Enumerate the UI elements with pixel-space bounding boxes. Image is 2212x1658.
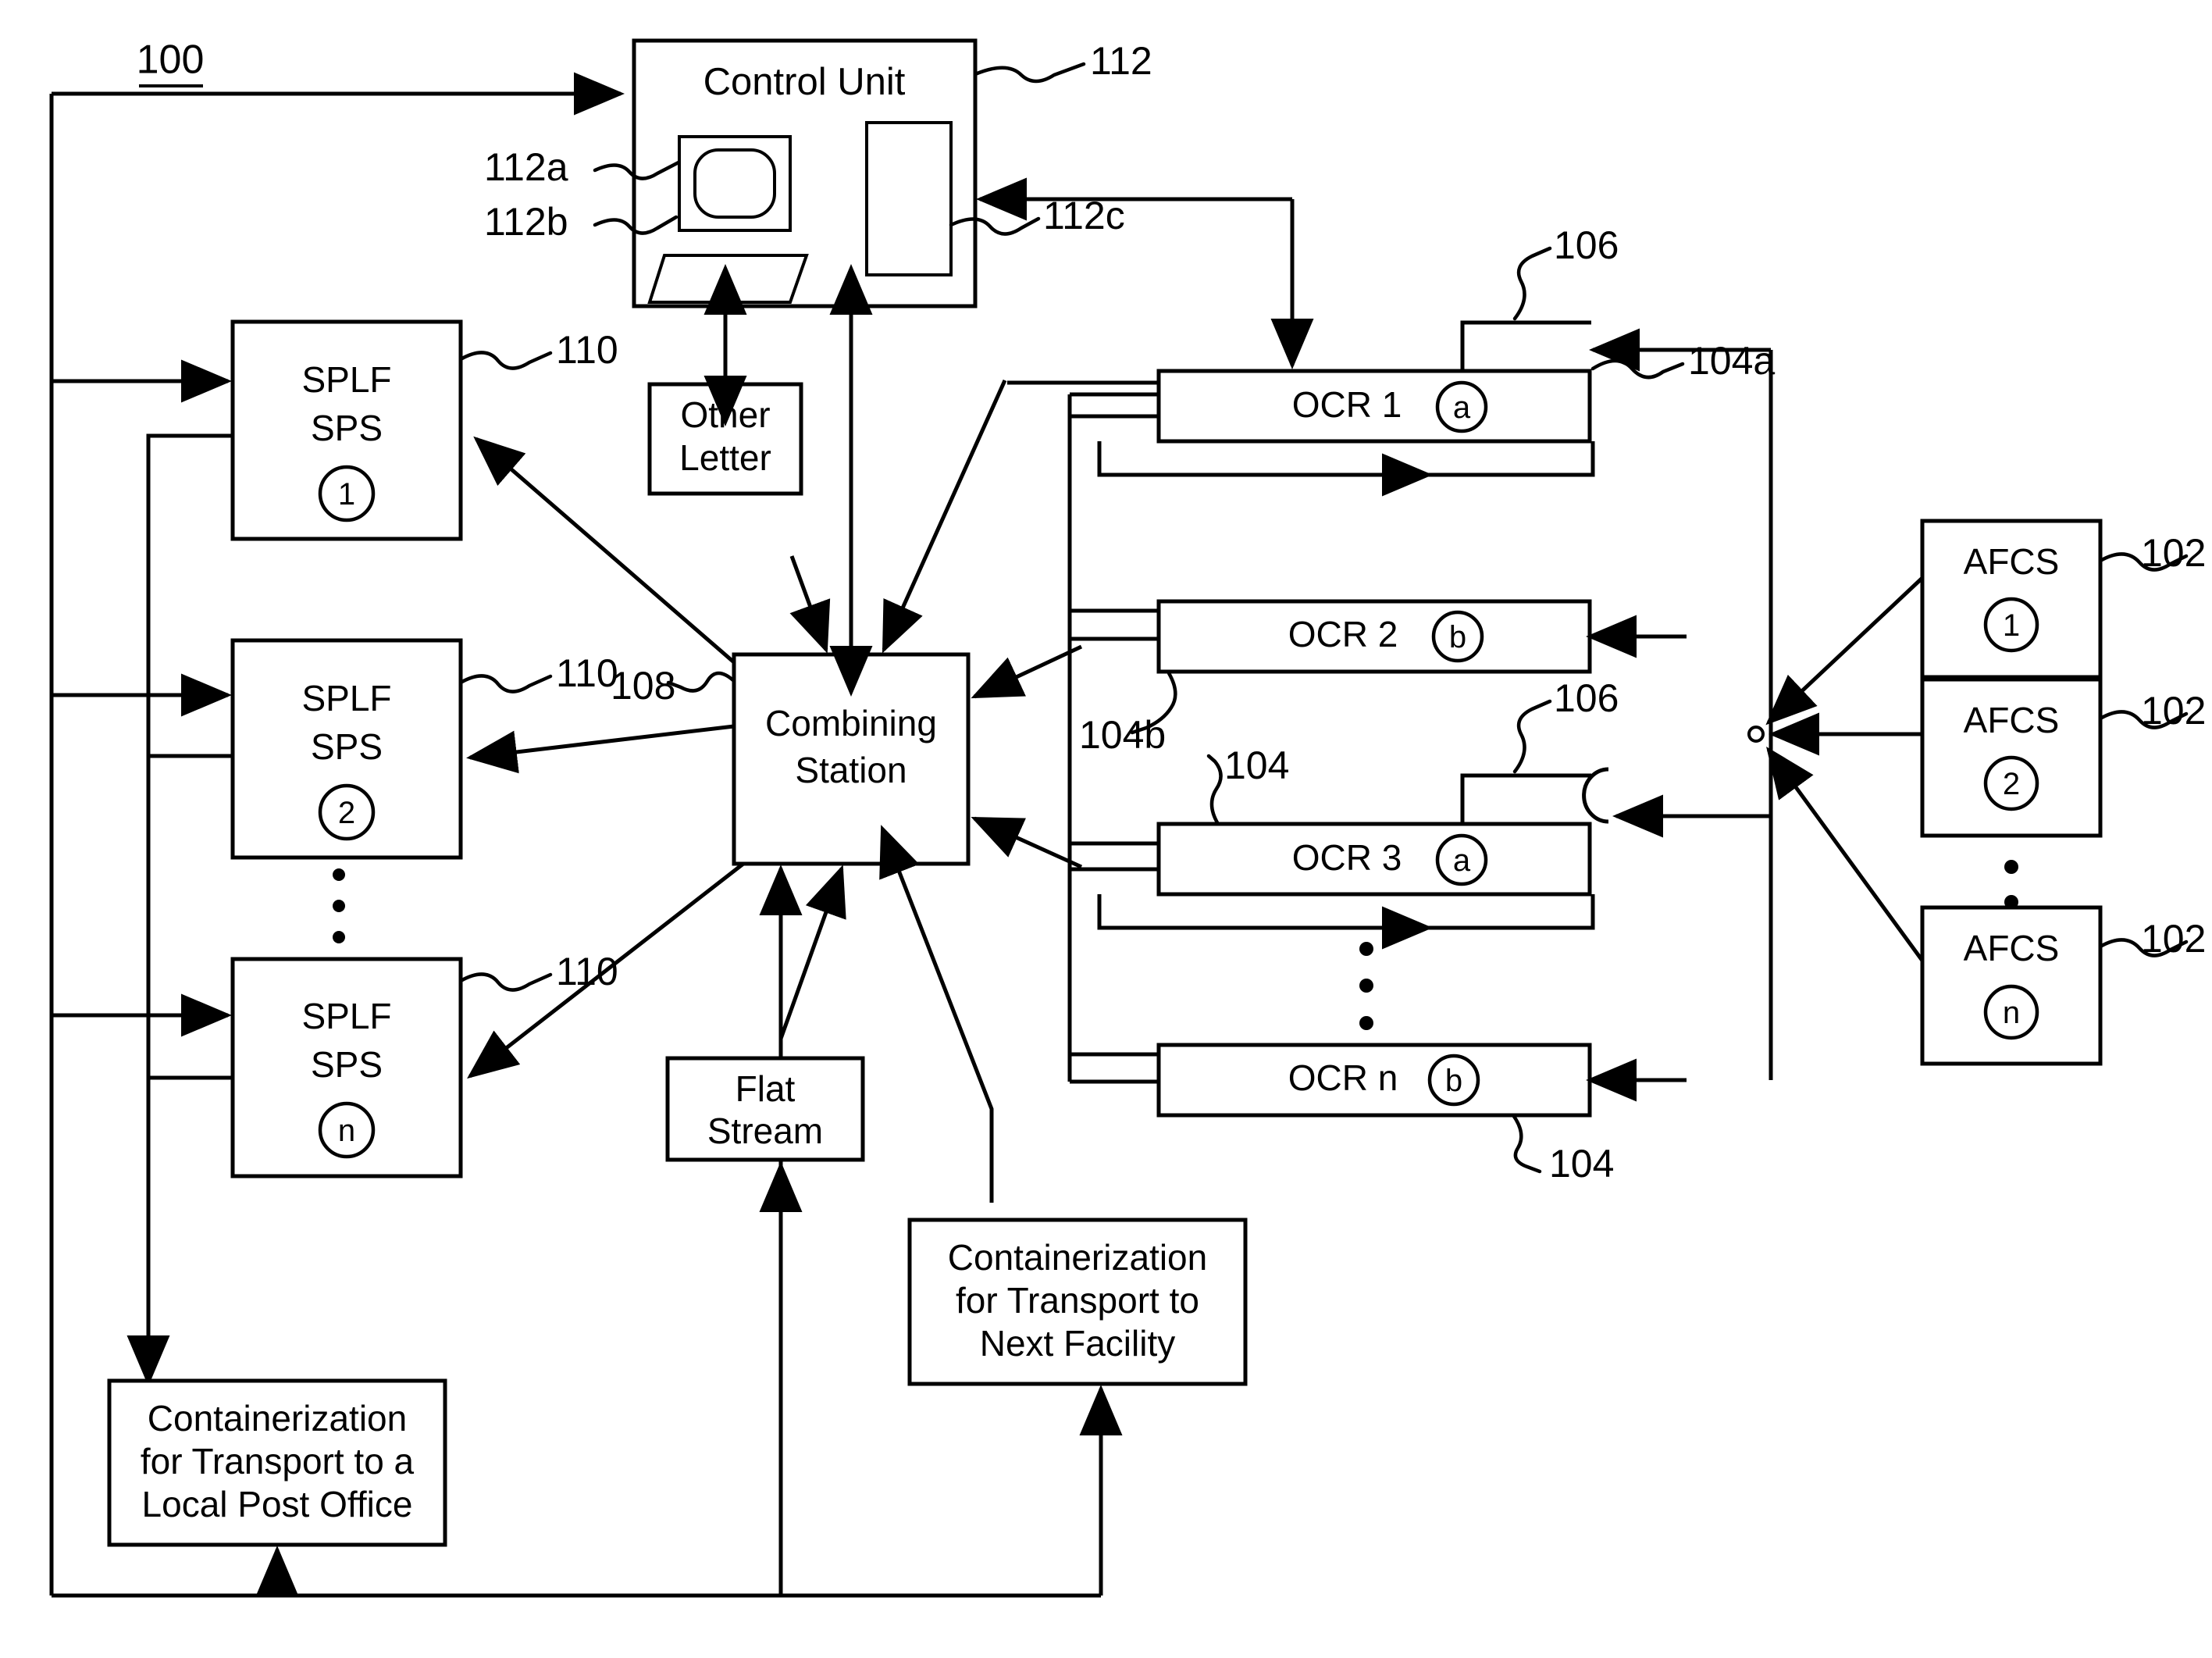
other-letter-line2: Letter [679, 437, 771, 478]
patent-figure: 100 Control Unit 112 112a 112b 112c Othe… [0, 0, 2212, 1658]
control-unit-title: Control Unit [703, 61, 906, 103]
containerization-next-group[interactable]: Containerization for Transport to Next F… [907, 1218, 1248, 1386]
ocr-2-ref-104b: 104b [1079, 713, 1166, 757]
figure-ref-100-text: 100 [137, 37, 205, 83]
splf-sps-1-line2: SPS [311, 408, 383, 448]
keyboard-ref-112b: 112b [484, 200, 568, 244]
splf-sps-1-index: 1 [338, 477, 355, 512]
afcs-n-ref-label: 102 [2141, 917, 2206, 961]
splf-sps-2-ref-110: 110 [556, 651, 618, 695]
splf-sps-2-line2: SPS [311, 726, 383, 767]
ocr-1-mode: a [1453, 390, 1471, 425]
combining-station-ref-108: 108 [611, 664, 675, 708]
ocr-1-feedback-ref-106: 106 [1554, 223, 1619, 267]
containerization-next-line1: Containerization [948, 1237, 1207, 1278]
splf-sps-1-line1: SPLF [301, 359, 391, 400]
other-letter-group[interactable]: Other Letter [647, 382, 803, 496]
afcs-n-label: AFCS [1964, 928, 2060, 968]
other-letter-line1: Other [680, 394, 770, 435]
containerization-local-line1: Containerization [148, 1398, 407, 1439]
ocr-3-label: OCR 3 [1292, 837, 1402, 878]
splf-sps-n-line2: SPS [311, 1044, 383, 1085]
splf-sps-2-line1: SPLF [301, 678, 391, 718]
containerization-next-line3: Next Facility [980, 1323, 1175, 1364]
containerization-local-group[interactable]: Containerization for Transport to a Loca… [107, 1378, 447, 1547]
ocr-1-ref-104a: 104a [1688, 339, 1775, 383]
afcs-1-index: 1 [2003, 608, 2020, 643]
containerization-local-line3: Local Post Office [142, 1484, 413, 1524]
control-unit-ref-112: 112 [1090, 39, 1152, 83]
ocr-n-ref-104: 104 [1549, 1142, 1614, 1186]
ocr-1-label: OCR 1 [1292, 384, 1402, 425]
combining-station-line2: Station [795, 750, 907, 790]
figure-ref-100: 100 [137, 37, 205, 87]
splf-sps-n-line1: SPLF [301, 996, 391, 1036]
ocr-2-mode: b [1449, 620, 1466, 654]
ocr-3-mode: a [1453, 843, 1471, 878]
system-block-diagram: 100 Control Unit 112 112a 112b 112c Othe… [0, 0, 2212, 1658]
monitor-screen [693, 148, 776, 219]
containerization-next-line2: for Transport to [956, 1280, 1199, 1321]
afcs-2-index: 2 [2003, 767, 2020, 801]
ocr-n-label: OCR n [1288, 1057, 1398, 1098]
ocr-2-label: OCR 2 [1288, 614, 1398, 654]
keyboard-icon [647, 254, 809, 304]
afcs-1-ref-label: 102 [2141, 531, 2206, 575]
flat-stream-line1: Flat [736, 1068, 796, 1109]
combining-station-line1: Combining [765, 703, 937, 743]
splf-sps-n-index: n [338, 1114, 355, 1148]
monitor-ref-112a: 112a [484, 145, 568, 189]
afcs-2-label: AFCS [1964, 700, 2060, 740]
splf-sps-2-index: 2 [338, 796, 355, 830]
splf-sps-1-ref-110: 110 [556, 328, 618, 372]
monitor-icon [678, 135, 792, 232]
containerization-local-line2: for Transport to a [141, 1441, 415, 1482]
ocr-n-mode: b [1445, 1064, 1462, 1098]
flat-stream-line2: Stream [707, 1111, 823, 1151]
ocr-3-feedback-ref-106: 106 [1554, 676, 1619, 720]
afcs-2-ref-label: 102 [2141, 689, 2206, 733]
ocr-3-ref-104: 104 [1224, 743, 1289, 787]
flat-stream-group[interactable]: Flat Stream [665, 1056, 865, 1162]
afcs-1-label: AFCS [1964, 541, 2060, 582]
tower-icon [865, 121, 953, 276]
afcs-n-index: n [2003, 996, 2020, 1030]
